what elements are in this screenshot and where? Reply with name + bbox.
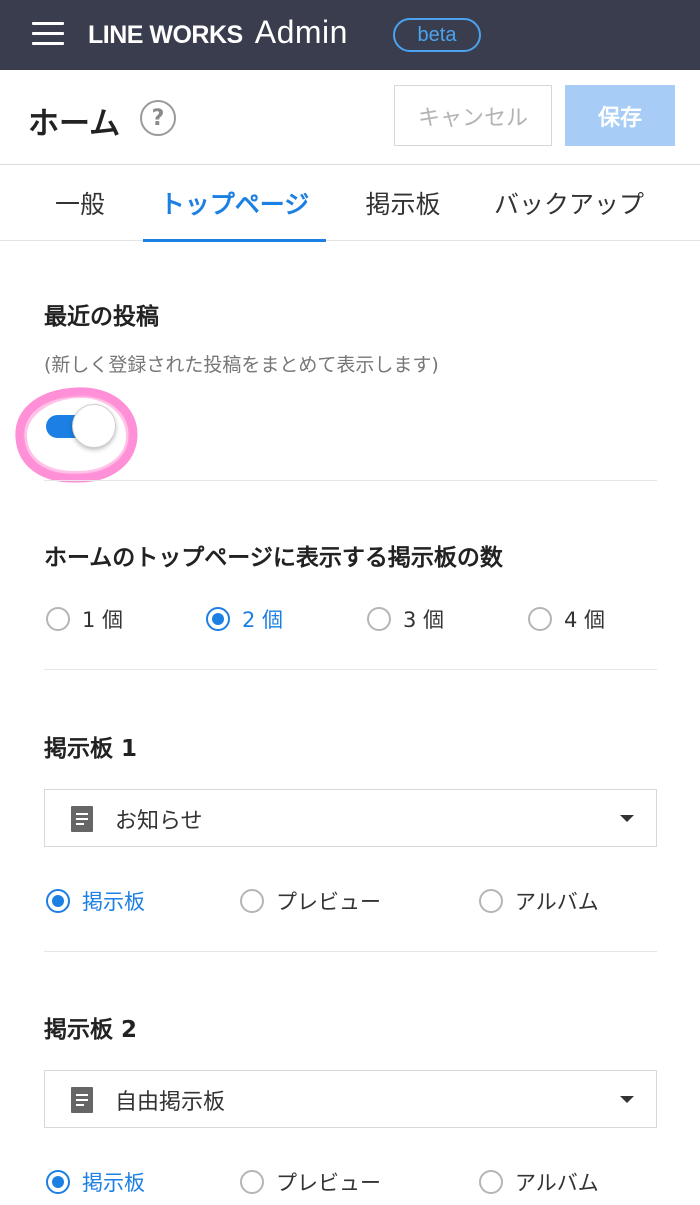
document-icon xyxy=(71,1087,93,1113)
cancel-button[interactable]: キャンセル xyxy=(394,85,552,146)
board1-select-value: お知らせ xyxy=(115,809,203,834)
board2-view-board[interactable]: 掲示板 xyxy=(46,1167,145,1197)
tab-board[interactable]: 掲示板 xyxy=(352,165,454,241)
board2-select[interactable]: 自由掲示板 xyxy=(44,1070,657,1128)
radio-icon xyxy=(240,889,264,913)
beta-badge: beta xyxy=(393,18,481,52)
menu-icon[interactable] xyxy=(32,22,64,46)
radio-icon xyxy=(367,607,391,631)
radio-icon xyxy=(528,607,552,631)
radio-icon xyxy=(240,1170,264,1194)
radio-checked-icon xyxy=(206,607,230,631)
radio-label: プレビュー xyxy=(276,1171,381,1195)
board2-view-album[interactable]: アルバム xyxy=(479,1167,599,1197)
page-header: ホーム ? キャンセル 保存 xyxy=(0,70,700,165)
caret-down-icon xyxy=(620,1096,634,1103)
radio-checked-icon xyxy=(46,889,70,913)
board1-view-board[interactable]: 掲示板 xyxy=(46,886,145,916)
board2-title: 掲示板 2 xyxy=(44,1017,138,1043)
radio-label: 掲示板 xyxy=(82,1171,145,1195)
brand-name: LINE WORKS xyxy=(88,21,243,49)
radio-label: 3 個 xyxy=(403,608,445,632)
document-icon xyxy=(71,806,93,832)
help-icon[interactable]: ? xyxy=(140,100,176,136)
board1-select[interactable]: お知らせ xyxy=(44,789,657,847)
divider xyxy=(44,480,657,481)
tab-top-page[interactable]: トップページ xyxy=(143,165,326,242)
radio-label: プレビュー xyxy=(276,890,381,914)
board1-title: 掲示板 1 xyxy=(44,736,138,762)
radio-icon xyxy=(479,889,503,913)
radio-icon xyxy=(479,1170,503,1194)
recent-posts-title: 最近の投稿 xyxy=(44,304,159,330)
tab-general[interactable]: 一般 xyxy=(40,165,120,241)
board-count-title: ホームのトップページに表示する掲示板の数 xyxy=(44,545,503,571)
caret-down-icon xyxy=(620,815,634,822)
radio-label: 2 個 xyxy=(242,608,284,632)
radio-label: 掲示板 xyxy=(82,890,145,914)
board2-select-value: 自由掲示板 xyxy=(115,1090,226,1115)
recent-posts-toggle[interactable] xyxy=(44,404,116,448)
divider xyxy=(44,669,657,670)
board2-view-preview[interactable]: プレビュー xyxy=(240,1167,381,1197)
radio-label: 1 個 xyxy=(82,608,124,632)
board-count-option-4[interactable]: 4 個 xyxy=(528,604,605,634)
brand-logo: LINE WORKS Admin xyxy=(88,14,348,54)
board1-view-preview[interactable]: プレビュー xyxy=(240,886,381,916)
board-count-option-2[interactable]: 2 個 xyxy=(206,604,283,634)
save-button[interactable]: 保存 xyxy=(565,85,675,146)
radio-label: アルバム xyxy=(515,890,599,914)
board-count-option-1[interactable]: 1 個 xyxy=(46,604,123,634)
divider xyxy=(44,951,657,952)
tab-bar: 一般 トップページ 掲示板 バックアップ xyxy=(0,165,700,242)
recent-posts-description: (新しく登録された投稿をまとめて表示します) xyxy=(44,354,439,376)
tab-backup[interactable]: バックアップ xyxy=(480,165,658,241)
toggle-knob xyxy=(72,404,116,448)
radio-checked-icon xyxy=(46,1170,70,1194)
radio-icon xyxy=(46,607,70,631)
brand-sub: Admin xyxy=(254,14,348,50)
page-title: ホーム xyxy=(28,106,121,142)
board1-view-album[interactable]: アルバム xyxy=(479,886,599,916)
top-bar: LINE WORKS Admin beta xyxy=(0,0,700,70)
board-count-option-3[interactable]: 3 個 xyxy=(367,604,444,634)
radio-label: アルバム xyxy=(515,1171,599,1195)
radio-label: 4 個 xyxy=(564,608,606,632)
